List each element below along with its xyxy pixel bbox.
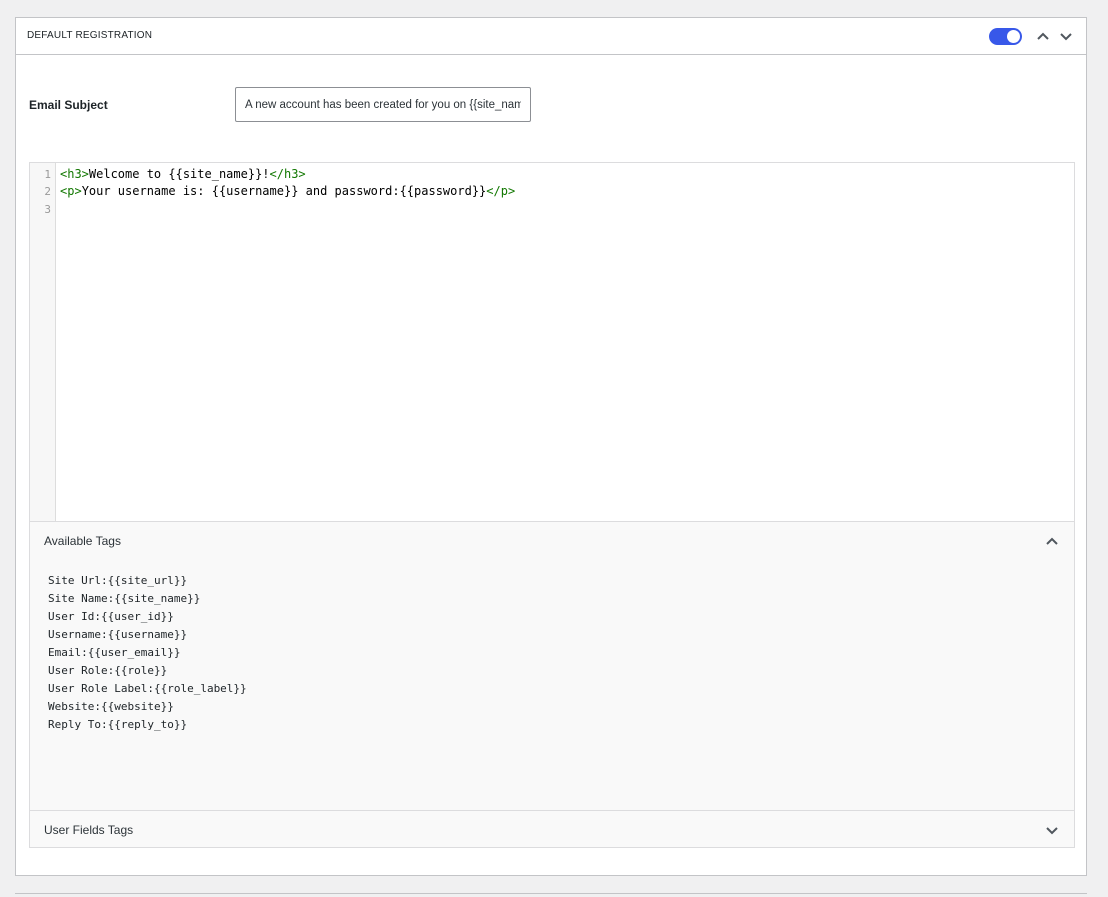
toggle-knob (1007, 30, 1020, 43)
code-tag: <h3> (60, 167, 89, 181)
code-tag: <p> (60, 184, 82, 198)
user-fields-tags-title[interactable]: User Fields Tags (44, 823, 133, 837)
line-number: 1 (44, 168, 51, 181)
tag-item: Website:{{website}} (48, 700, 174, 713)
code-tag: </p> (486, 184, 516, 198)
code-line: <h3>Welcome to {{site_name}}!</h3> (60, 167, 306, 181)
chevron-down-icon[interactable] (1044, 822, 1060, 838)
tag-item: User Role Label:{{role_label}} (48, 682, 247, 695)
line-number: 2 (44, 185, 51, 198)
email-subject-input[interactable] (235, 87, 531, 122)
tag-item: User Id:{{user_id}} (48, 610, 174, 623)
tag-item: Email:{{user_email}} (48, 646, 181, 659)
next-panel-edge (15, 893, 1087, 894)
panel-title: DEFAULT REGISTRATION (27, 30, 153, 41)
user-fields-tags-section: User Fields Tags (29, 810, 1075, 848)
code-tag: </h3> (269, 167, 306, 181)
tag-item: Reply To:{{reply_to}} (48, 718, 188, 731)
code-editor[interactable]: 1 2 3 <h3>Welcome to {{site_name}}!</h3>… (29, 162, 1075, 522)
tag-item: Site Url:{{site_url}} (48, 574, 188, 587)
tag-item: User Role:{{role}} (48, 664, 168, 677)
enable-toggle[interactable] (989, 28, 1022, 45)
tag-item: Username:{{username}} (48, 628, 188, 641)
chevron-down-icon[interactable] (1058, 28, 1074, 44)
editor-gutter: 1 2 3 (30, 163, 56, 521)
available-tags-section: Available Tags Site Url:{{site_url}} Sit… (29, 521, 1075, 811)
email-subject-label: Email Subject (29, 98, 108, 112)
line-number: 3 (44, 203, 51, 216)
code-text: Welcome to {{site_name}}! (88, 167, 270, 181)
code-line: <p>Your username is: {{username}} and pa… (60, 184, 515, 198)
code-text: Your username is: {{username}} and passw… (81, 184, 487, 198)
available-tags-title[interactable]: Available Tags (44, 534, 121, 548)
panel-header: DEFAULT REGISTRATION (16, 18, 1086, 55)
chevron-up-icon[interactable] (1044, 533, 1060, 549)
chevron-up-icon[interactable] (1035, 28, 1051, 44)
registration-email-panel: DEFAULT REGISTRATION Email Subject 1 2 3… (15, 17, 1087, 876)
tag-item: Site Name:{{site_name}} (48, 592, 201, 605)
